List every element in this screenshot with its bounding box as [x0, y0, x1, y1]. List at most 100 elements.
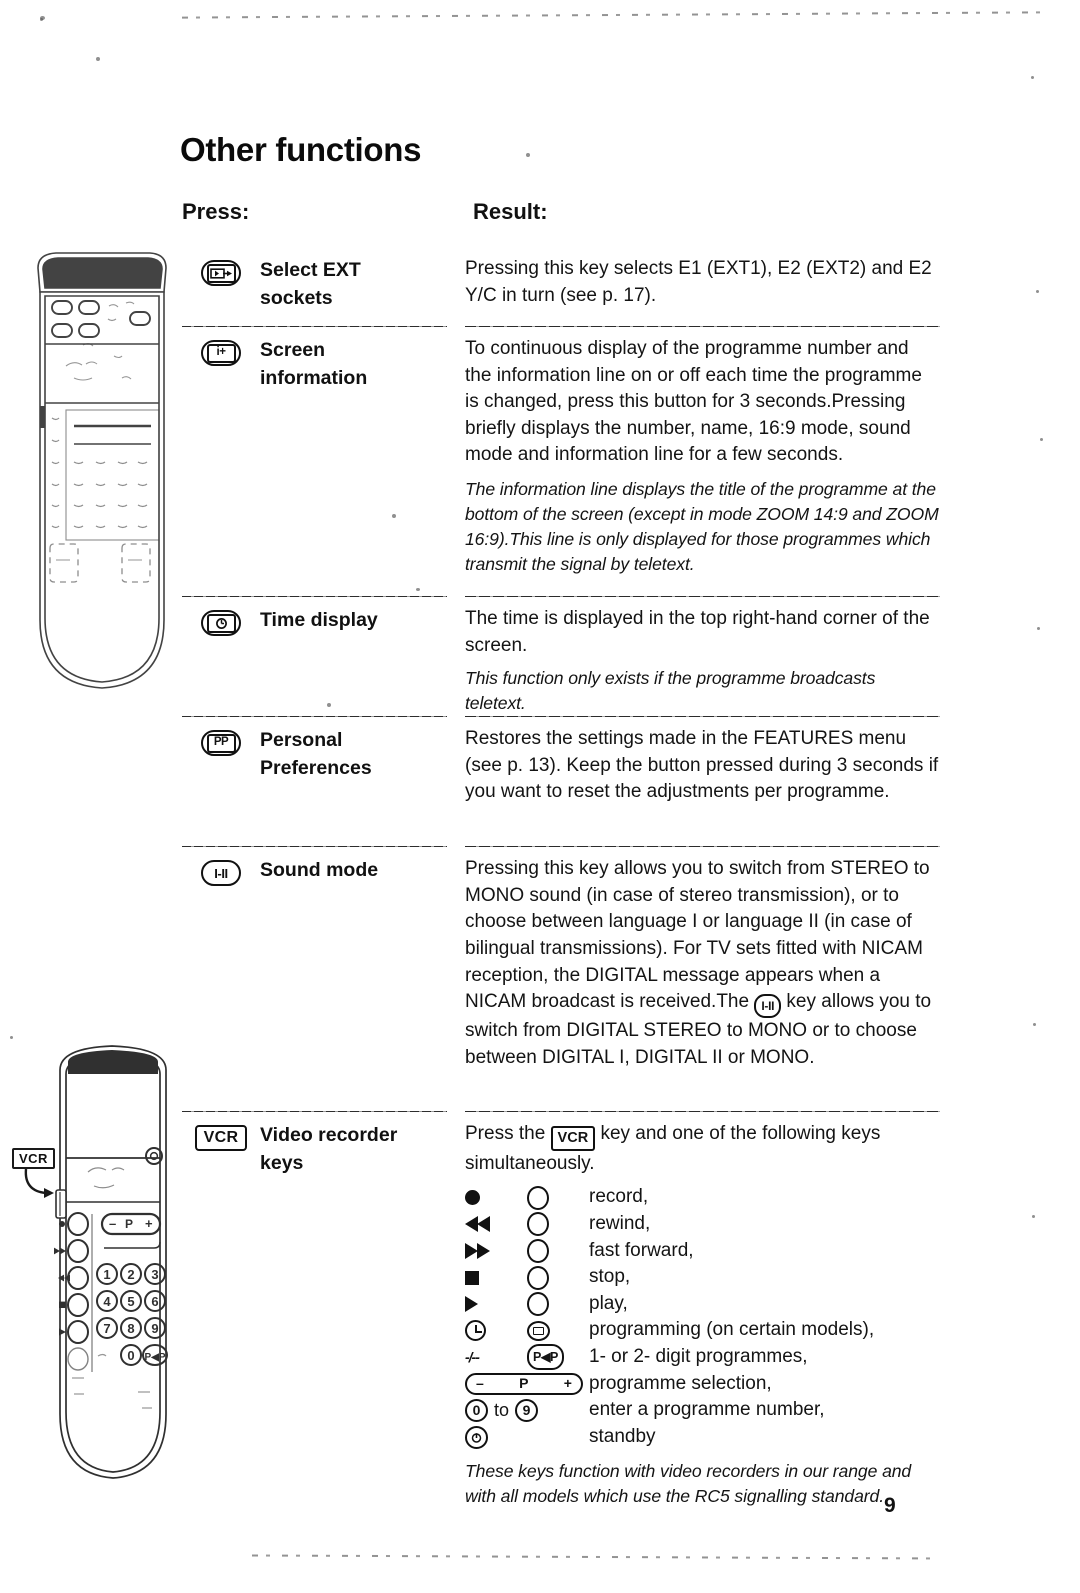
screen-info-glyph: i+	[206, 343, 236, 363]
rewind-icon	[465, 1216, 527, 1233]
result-note: This function only exists if the program…	[465, 668, 876, 714]
digit-zero-icon[interactable]: 0	[465, 1399, 488, 1423]
vcr-key-icon[interactable]: VCR	[194, 1125, 248, 1152]
function-label: Select EXT sockets	[260, 246, 447, 312]
column-header-result: Result:	[473, 199, 548, 224]
function-label-line2: keys	[260, 1151, 304, 1174]
table-row: I-II Sound mode Pressing this key allows…	[182, 846, 940, 1111]
vcr-key-label: programme selection,	[589, 1372, 772, 1394]
tv-remote-control-illustration-top	[37, 252, 167, 689]
stop-square-icon	[465, 1270, 527, 1285]
svg-text:P◀P: P◀P	[144, 1352, 165, 1363]
function-label-line2: information	[260, 366, 368, 389]
press-key-cell: i+	[182, 326, 260, 366]
function-label: Sound mode	[260, 846, 447, 885]
result-text: Pressing this key allows you to switch f…	[465, 856, 940, 1071]
press-key-cell	[182, 596, 260, 636]
list-item: – P + programme selection,	[465, 1371, 940, 1398]
press-key-cell: PP	[182, 716, 260, 757]
list-item: fast forward,	[465, 1238, 940, 1265]
svg-text:2: 2	[127, 1267, 134, 1282]
circle-outline-icon	[527, 1238, 589, 1263]
fast-forward-icon	[465, 1242, 527, 1259]
result-cell: Restores the settings made in the FEATUR…	[447, 716, 940, 806]
tv-remote-control-illustration-bottom: – P + 1 2 3 4 5 6 7 8 9 0 P◀P	[54, 1045, 168, 1479]
press-key-cell	[182, 246, 260, 286]
result-text: Pressing this key selects E1 (EXT1), E2 …	[465, 258, 932, 306]
result-note: These keys function with video recorders…	[465, 1461, 912, 1507]
table-row: Select EXT sockets Pressing this key sel…	[182, 246, 940, 326]
digit-nine-icon[interactable]: 9	[515, 1399, 539, 1423]
ext-arrows-icon	[209, 267, 232, 279]
svg-text:4: 4	[103, 1294, 111, 1309]
functions-table: Select EXT sockets Pressing this key sel…	[182, 246, 940, 1509]
vcr-key-label: record,	[589, 1186, 649, 1208]
list-item: stop,	[465, 1264, 940, 1291]
list-item: rewind,	[465, 1211, 940, 1238]
clock-icon	[465, 1320, 527, 1342]
function-label-line2: sockets	[260, 286, 333, 309]
remote-programme-plus: +	[145, 1216, 153, 1231]
vcr-intro-text: Press the VCR key and one of the followi…	[465, 1121, 940, 1177]
vcr-key-list: record, rewind, fast forward, stop, play…	[465, 1184, 940, 1450]
remote-programme-minus: –	[109, 1216, 116, 1231]
result-text: The time is displayed in the top right-h…	[465, 608, 930, 656]
table-row: Time display The time is displayed in th…	[182, 596, 940, 716]
result-cell: Pressing this key allows you to switch f…	[447, 846, 940, 1071]
svg-text:7: 7	[103, 1321, 110, 1336]
vcr-callout-label: VCR	[12, 1148, 55, 1169]
function-label-line1: Screen	[260, 339, 326, 361]
sound-mode-key-icon[interactable]: I-II	[201, 860, 241, 887]
svg-text:5: 5	[127, 1294, 134, 1309]
function-label: Personal Preferences	[260, 716, 447, 782]
one-two-digit-icon: -/--	[465, 1348, 527, 1368]
p-swap-icon: P◀P	[527, 1344, 589, 1371]
screen-information-key-icon[interactable]: i+	[201, 340, 241, 366]
function-label-line1: Video recorder	[260, 1124, 398, 1147]
function-label-line1: Personal	[260, 729, 343, 752]
time-display-key-icon[interactable]	[201, 610, 241, 636]
vcr-callout: VCR	[12, 1148, 72, 1209]
programme-bar-plus: +	[563, 1375, 572, 1392]
range-to-label: to	[494, 1399, 510, 1420]
vcr-callout-arrow-icon	[24, 1168, 54, 1198]
circle-outline-icon	[527, 1292, 589, 1317]
remote-programme-p: P	[125, 1217, 133, 1231]
svg-text:0: 0	[127, 1348, 134, 1363]
list-item: play,	[465, 1291, 940, 1318]
play-triangle-icon	[465, 1296, 527, 1313]
result-text: To continuous display of the programme n…	[465, 338, 922, 466]
programme-bar-p: P	[519, 1375, 529, 1392]
page-number: 9	[884, 1494, 896, 1517]
result-text: Restores the settings made in the FEATUR…	[465, 728, 939, 803]
programme-bar-icon[interactable]: – P +	[465, 1372, 589, 1395]
page-title: Other functions	[180, 131, 422, 168]
vcr-key-label: programming (on certain models),	[589, 1319, 875, 1341]
list-item: -/-- P◀P 1- or 2- digit programmes,	[465, 1344, 940, 1371]
press-key-cell: I-II	[182, 846, 260, 887]
sound-mode-inline-key-icon[interactable]: I-II	[754, 994, 782, 1019]
vcr-key-label: stop,	[589, 1266, 631, 1288]
list-item: 0 to 9 enter a programme number,	[465, 1397, 940, 1424]
standby-icon[interactable]	[465, 1425, 589, 1449]
programme-bar-minus: –	[476, 1375, 484, 1392]
list-item: record,	[465, 1184, 940, 1211]
sound-mode-glyph: I-II	[214, 865, 228, 881]
result-cell: To continuous display of the programme n…	[447, 326, 940, 577]
vcr-inline-key-icon[interactable]: VCR	[550, 1125, 596, 1151]
function-label: Screen information	[260, 326, 447, 392]
function-label-line2: Preferences	[260, 756, 372, 779]
clock-glyph-icon	[215, 617, 227, 629]
record-dot-icon	[465, 1190, 527, 1206]
personal-preferences-key-icon[interactable]: PP	[201, 730, 241, 757]
select-ext-sockets-key-icon[interactable]	[201, 260, 241, 286]
column-header-press: Press:	[182, 199, 250, 224]
table-row: PP Personal Preferences Restores the set…	[182, 716, 940, 846]
pp-glyph: PP	[206, 733, 236, 753]
list-item: programming (on certain models),	[465, 1317, 940, 1344]
table-row: i+ Screen information To continuous disp…	[182, 326, 940, 596]
vcr-key-label: enter a programme number,	[589, 1399, 825, 1421]
vcr-key-label: standby	[589, 1425, 656, 1447]
digit-range-icon: 0 to 9	[465, 1398, 589, 1423]
circle-outline-icon	[527, 1212, 589, 1237]
